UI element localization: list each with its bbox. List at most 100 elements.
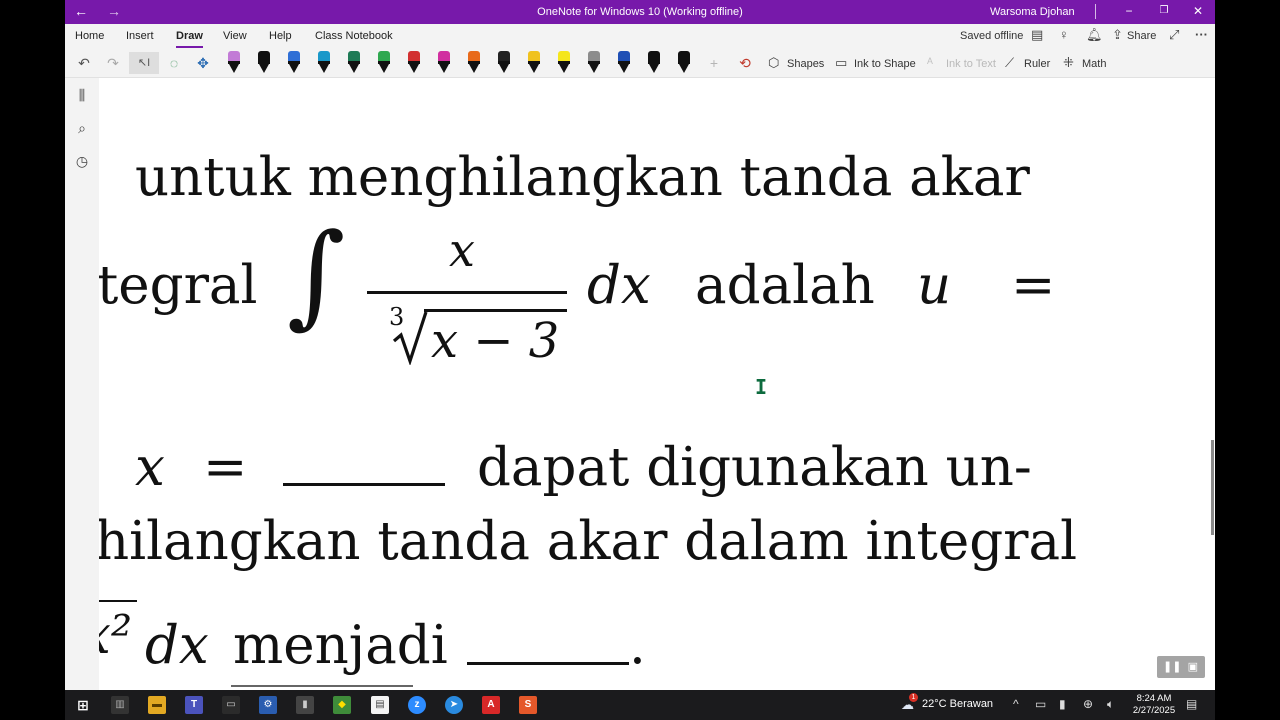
ruler-button[interactable]: ⟋ Ruler (1005, 55, 1050, 72)
close-button[interactable]: ✕ (1186, 3, 1210, 19)
pen-3-icon[interactable] (287, 50, 301, 75)
volume-icon[interactable]: 🔈︎ (1107, 697, 1114, 712)
fullscreen-icon[interactable]: ⤢ (1169, 28, 1179, 42)
pen-13-icon[interactable] (587, 50, 601, 75)
root-index: 3 (389, 303, 405, 331)
microphone-icon[interactable]: ▮ (1059, 697, 1066, 711)
network-globe-icon[interactable]: ⊕ (1083, 697, 1093, 711)
tab-home[interactable]: Home (75, 30, 104, 42)
partial-overline (99, 600, 137, 602)
clock-time: 8:24 AM (1136, 693, 1172, 704)
ink-to-text-button[interactable]: ᴬ Ink to Text (927, 55, 996, 72)
miniplayer-icon[interactable]: ▣ (1188, 661, 1198, 673)
ink-to-text-label: Ink to Text (946, 58, 996, 70)
note-line-1: untuk menghilangkan tanda akar (135, 147, 1030, 208)
pause-icon[interactable]: ❚❚ (1163, 661, 1181, 673)
pen-tip (349, 64, 359, 73)
bell-icon[interactable]: 🔔︎ (1086, 28, 1103, 42)
pen-12-icon[interactable] (557, 50, 571, 75)
word-adalah: adalah (695, 255, 875, 316)
minimize-button[interactable]: − (1117, 3, 1141, 19)
pen-tip (289, 64, 299, 73)
undo-icon[interactable]: ↶ (75, 52, 93, 74)
pen-5-icon[interactable] (347, 50, 361, 75)
telegram-icon[interactable]: ➤ (445, 696, 463, 714)
vertical-scrollbar[interactable] (1211, 440, 1214, 535)
pen-tip (529, 64, 539, 73)
tab-view[interactable]: View (223, 30, 247, 42)
pen-tip (409, 64, 419, 73)
user-name[interactable]: Warsoma Djohan (990, 6, 1075, 18)
tab-help[interactable]: Help (269, 30, 292, 42)
battery-icon[interactable]: ▭ (1035, 697, 1046, 711)
pen-1-icon[interactable] (227, 50, 241, 75)
pen-4-icon[interactable] (317, 50, 331, 75)
answer-blank-1 (283, 483, 445, 486)
tab-insert[interactable]: Insert (126, 30, 154, 42)
math-button[interactable]: ⁜ Math (1063, 55, 1106, 72)
pen-tip (499, 64, 509, 73)
recent-notes-clock-icon[interactable]: ◷ (73, 152, 91, 170)
ink-to-text-icon: ᴬ (927, 55, 933, 70)
file-explorer-icon[interactable]: ▬ (148, 696, 166, 714)
share-icon[interactable]: ⇪ (1112, 28, 1123, 42)
title-separator (1095, 4, 1096, 19)
zoom-icon[interactable]: z (408, 696, 426, 714)
note-canvas[interactable]: untuk menghilangkan tanda akar tegral ∫ … (99, 79, 1215, 690)
ink-replay-icon[interactable]: ⟲ (736, 52, 754, 74)
pen-9-icon[interactable] (467, 50, 481, 75)
document-app-icon[interactable]: ▤ (365, 690, 395, 720)
line-5-period: . (629, 615, 646, 676)
notebooks-library-icon[interactable]: ⫼ (73, 86, 91, 104)
teams-icon[interactable]: T (185, 696, 203, 714)
terminal-icon[interactable]: ▭ (222, 696, 240, 714)
draw-toolbar: ↶ ↷ ↖I ◌ ✥ + ⟲ ⬡ Shapes ▭ Ink to Shape ᴬ In… (65, 48, 1215, 78)
usb-device-icon[interactable]: ▮ (296, 696, 314, 714)
more-options-icon[interactable]: ··· (1195, 28, 1208, 42)
shapes-icon: ⬡ (768, 55, 780, 70)
action-center-icon[interactable]: ▤ (1186, 697, 1197, 711)
tab-draw[interactable]: Draw (176, 30, 203, 48)
pen-7-icon[interactable] (407, 50, 421, 75)
wps-office-icon[interactable]: S (519, 696, 537, 714)
add-space-icon[interactable]: ✥ (193, 52, 213, 74)
pen-14-icon[interactable] (617, 50, 631, 75)
type-select-tool-icon[interactable]: ↖I (129, 52, 159, 74)
bluestacks-icon[interactable]: ◆ (333, 696, 351, 714)
show-hidden-icons-chevron-icon[interactable]: ^ (1013, 697, 1019, 711)
note-line-4: hilangkan tanda akar dalam integral (99, 511, 1078, 572)
add-pen-icon[interactable]: + (705, 52, 723, 74)
system-clock[interactable]: 8:24 AM 2/27/2025 (1129, 693, 1179, 717)
pen-10-icon[interactable] (497, 50, 511, 75)
title-bar: ← → OneNote for Windows 10 (Working offl… (65, 0, 1215, 24)
lasso-select-icon[interactable]: ◌ (164, 52, 184, 74)
equals-sign-u: = (1011, 255, 1056, 316)
ink-to-shape-label: Ink to Shape (854, 58, 916, 70)
pen-2-icon[interactable] (257, 50, 271, 75)
search-icon[interactable]: ⌕ (73, 119, 91, 137)
pen-tip (649, 64, 659, 73)
note-line-5: menjadi (233, 615, 448, 676)
task-view-icon[interactable]: ▥ (111, 696, 129, 714)
pen-15-icon[interactable] (647, 50, 661, 75)
redo-icon[interactable]: ↷ (104, 52, 122, 74)
pen-6-icon[interactable] (377, 50, 391, 75)
video-overlay-controls[interactable]: ❚❚ ▣ (1157, 656, 1205, 678)
pen-16-icon[interactable] (677, 50, 691, 75)
maximize-button[interactable]: ❐ (1152, 3, 1176, 19)
underline-fragment (231, 685, 413, 687)
pen-8-icon[interactable] (437, 50, 451, 75)
windows-start-icon[interactable]: ⊞ (74, 696, 92, 714)
pen-tip (589, 64, 599, 73)
pen-11-icon[interactable] (527, 50, 541, 75)
lightbulb-icon[interactable]: ♀ (1059, 28, 1069, 42)
tab-class-notebook[interactable]: Class Notebook (315, 30, 393, 42)
acrobat-icon[interactable]: A (482, 696, 500, 714)
saved-offline-status: Saved offline (960, 30, 1024, 42)
weather-status[interactable]: 22°C Berawan (922, 698, 993, 710)
ink-to-shape-button[interactable]: ▭ Ink to Shape (835, 55, 916, 72)
network-app-icon[interactable]: ⚙ (259, 696, 277, 714)
notebooks-icon[interactable]: ▤ (1031, 28, 1043, 42)
shapes-button[interactable]: ⬡ Shapes (768, 55, 824, 72)
share-button[interactable]: Share (1127, 30, 1156, 42)
